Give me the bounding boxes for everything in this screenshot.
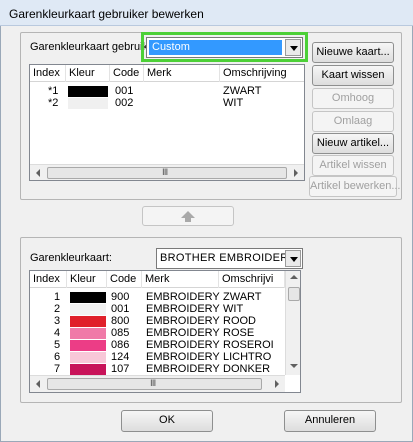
source-chart-label: Garenkleurkaart: [30,252,112,264]
color-swatch [70,292,106,303]
col-index[interactable]: Index [30,65,66,82]
color-swatch [68,98,108,109]
col-color[interactable]: Kleur [67,271,107,288]
color-swatch [70,340,106,351]
row-brand: EMBROIDERY [146,291,220,303]
edit-item-button[interactable]: Artikel bewerken... [309,176,400,197]
window-title: Garenkleurkaart gebruiker bewerken [9,7,204,21]
ok-button[interactable]: OK [121,410,213,432]
new-chart-button[interactable]: Nieuwe kaart... [312,42,394,63]
delete-chart-button[interactable]: Kaart wissen [312,65,394,86]
col-color[interactable]: Kleur [66,65,110,82]
row-code: 107 [111,363,130,375]
list-header: Index Kleur Code Merk Omschrijvi [30,271,300,288]
scroll-left-icon[interactable] [30,376,47,392]
grip-icon: Ⅲ [150,378,157,388]
table-row[interactable]: 3 800 EMBROIDERY ROOD [30,315,300,327]
row-code: 800 [111,315,130,327]
scroll-right-icon[interactable] [287,165,304,180]
grip-icon: Ⅲ [162,167,169,177]
col-brand[interactable]: Merk [144,65,220,82]
table-row[interactable]: 5 086 EMBROIDERY ROSEROI [30,339,300,351]
row-index: 5 [54,339,61,351]
move-up-button[interactable]: Omhoog [312,88,394,109]
scroll-left-icon[interactable] [30,165,47,180]
col-index[interactable]: Index [30,271,67,288]
row-code: 900 [111,291,130,303]
table-row[interactable]: 7 107 EMBROIDERY DONKER [30,363,300,375]
row-description: ZWART [223,85,262,97]
row-brand: EMBROIDERY [146,351,220,363]
row-index: 4 [54,327,61,339]
row-index: *2 [48,97,59,109]
row-index: 1 [54,291,61,303]
chevron-down-icon[interactable] [285,39,301,56]
list-header: Index Kleur Code Merk Omschrijving [30,65,304,82]
row-description: WIT [223,97,244,109]
color-swatch [70,304,106,315]
delete-item-button[interactable]: Artikel wissen [312,155,394,176]
row-description: DONKER [223,363,271,375]
col-code[interactable]: Code [110,65,144,82]
col-code[interactable]: Code [107,271,142,288]
row-code: 124 [111,351,130,363]
color-swatch [70,352,106,363]
row-code: 002 [115,97,134,109]
color-swatch [70,328,106,339]
arrow-up-icon [181,211,195,218]
row-brand: EMBROIDERY [146,327,220,339]
row-brand: EMBROIDERY [146,315,220,327]
color-swatch [68,86,108,97]
horizontal-scrollbar[interactable]: Ⅲ [30,375,285,392]
cancel-button[interactable]: Annuleren [284,410,376,432]
source-chart-list[interactable]: Index Kleur Code Merk Omschrijvi 1 900 EMB… [29,270,301,393]
row-index: 7 [54,363,61,375]
color-swatch [70,364,106,375]
row-description: ROSEROI [223,339,274,351]
vertical-scrollbar[interactable] [285,271,300,375]
user-chart-select-value: Custom [149,40,282,55]
row-description: LICHTRO [223,351,272,363]
row-brand: EMBROIDERY [146,363,220,375]
table-row[interactable]: 1 900 EMBROIDERY ZWART [30,291,300,303]
row-code: 086 [111,339,130,351]
row-brand: EMBROIDERY [146,303,220,315]
table-row[interactable]: *2 002 WIT [30,97,304,109]
row-index: 2 [54,303,61,315]
table-row[interactable]: *1 001 ZWART [30,85,304,97]
source-chart-select-value: BROTHER EMBROIDERY [160,252,296,264]
new-item-button[interactable]: Nieuw artikel... [312,133,394,154]
move-down-button[interactable]: Omlaag [312,111,394,132]
row-brand: EMBROIDERY [146,339,220,351]
scroll-up-icon[interactable] [286,271,300,285]
scroll-thumb[interactable] [288,287,300,301]
scroll-down-icon[interactable] [286,359,300,373]
row-index: *1 [48,85,59,97]
col-brand[interactable]: Merk [142,271,219,288]
row-description: ROOD [223,315,256,327]
row-description: ROSE [223,327,255,339]
add-to-user-chart-button[interactable] [142,206,234,226]
source-chart-select[interactable]: BROTHER EMBROIDERY [156,248,303,269]
row-index: 3 [54,315,61,327]
chevron-down-icon[interactable] [285,250,301,267]
scroll-right-icon[interactable] [268,376,285,392]
color-swatch [70,316,106,327]
row-description: ZWART [223,291,262,303]
col-description[interactable]: Omschrijving [220,65,304,82]
table-row[interactable]: 6 124 EMBROIDERY LICHTRO [30,351,300,363]
row-code: 001 [115,85,134,97]
user-chart-select[interactable]: Custom [146,37,303,58]
row-code: 085 [111,327,130,339]
table-row[interactable]: 2 001 EMBROIDERY WIT [30,303,300,315]
row-index: 6 [54,351,61,363]
row-code: 001 [111,303,130,315]
table-row[interactable]: 4 085 EMBROIDERY ROSE [30,327,300,339]
col-description[interactable]: Omschrijvi [219,271,285,288]
row-description: WIT [223,303,244,315]
horizontal-scrollbar[interactable]: Ⅲ [30,164,304,180]
user-chart-list[interactable]: Index Kleur Code Merk Omschrijving *1 00… [29,64,305,181]
title-bar: Garenkleurkaart gebruiker bewerken [0,0,413,26]
